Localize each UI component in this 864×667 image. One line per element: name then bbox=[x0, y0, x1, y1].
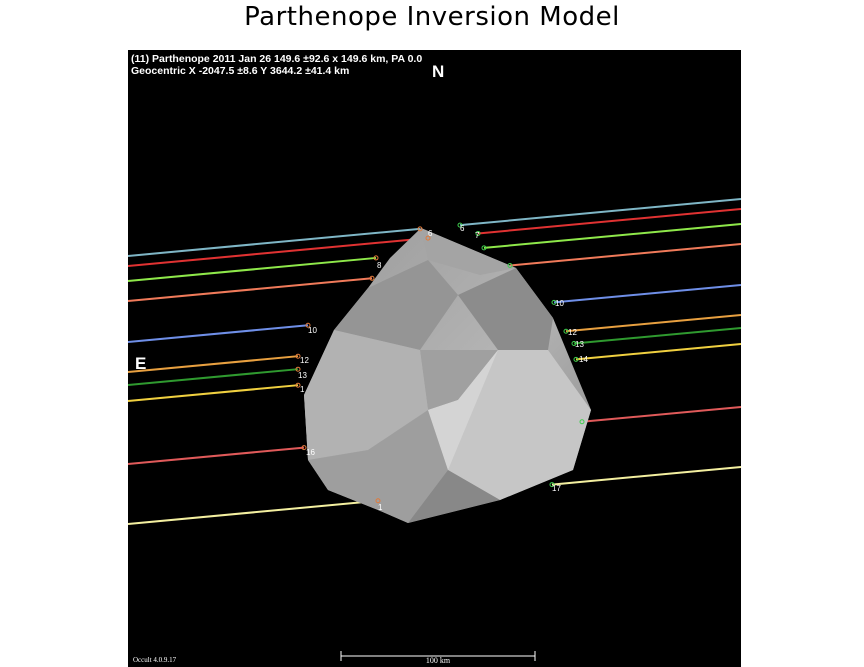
scale-label: 100 km bbox=[425, 656, 451, 665]
chord-line-6-west bbox=[565, 313, 741, 333]
chord-line-7-east bbox=[128, 368, 299, 386]
occultation-plot: 6 8 10 12 13 1 16 1 6 7 10 12 13 14 17 (11) Parthenope… bbox=[128, 50, 741, 667]
chord-label-left-4: 12 bbox=[300, 356, 309, 365]
chord-line-8-east bbox=[128, 384, 299, 402]
chord-line-4-west bbox=[509, 242, 741, 267]
chord-label-right-1: 6 bbox=[460, 224, 465, 233]
chord-label-right-3: 10 bbox=[555, 299, 564, 308]
chord-line-9-west bbox=[581, 405, 741, 423]
chord-line-3-east bbox=[128, 256, 377, 282]
chord-label-right-7: 17 bbox=[552, 484, 561, 493]
page-title: Parthenope Inversion Model bbox=[244, 2, 620, 32]
chord-label-right-4: 12 bbox=[568, 328, 577, 337]
plot-header-line1: (11) Parthenope 2011 Jan 26 149.6 ±92.6 … bbox=[131, 53, 423, 65]
chord-line-9-east bbox=[128, 446, 305, 465]
north-label: N bbox=[432, 62, 445, 81]
asteroid-shape bbox=[304, 228, 591, 523]
chord-line-4-east bbox=[128, 277, 373, 302]
chord-line-5-east bbox=[128, 324, 309, 343]
chord-line-3-west bbox=[483, 222, 741, 249]
chord-label-right-5: 13 bbox=[575, 340, 584, 349]
occultation-svg: 681012131161671012131417 bbox=[128, 197, 741, 661]
chord-label-left-8: 1 bbox=[378, 503, 383, 512]
chord-line-6-east bbox=[128, 355, 299, 373]
chord-line-8-west bbox=[575, 342, 741, 361]
version-label: Occult 4.0.9.17 bbox=[133, 656, 177, 664]
chord-label-right-2: 7 bbox=[475, 231, 480, 240]
east-label: E bbox=[135, 354, 147, 373]
chord-label-right-6: 14 bbox=[579, 355, 588, 364]
chord-label-left-2: 8 bbox=[377, 261, 382, 270]
chord-label-left-7: 16 bbox=[306, 448, 315, 457]
chord-line-7-west bbox=[573, 326, 741, 345]
chord-label-left-5: 13 bbox=[298, 371, 307, 380]
chord-line-2-west bbox=[477, 207, 741, 235]
plot-header-line2: Geocentric X -2047.5 ±8.6 Y 3644.2 ±41.4… bbox=[131, 65, 350, 77]
chord-line-10-east bbox=[128, 499, 379, 525]
chord-line-10-west bbox=[551, 465, 741, 486]
chord-label-left-3: 10 bbox=[308, 326, 317, 335]
chord-label-left-1: 6 bbox=[428, 229, 433, 238]
chord-label-left-6: 1 bbox=[300, 385, 305, 394]
chord-line-5-west bbox=[553, 283, 741, 304]
